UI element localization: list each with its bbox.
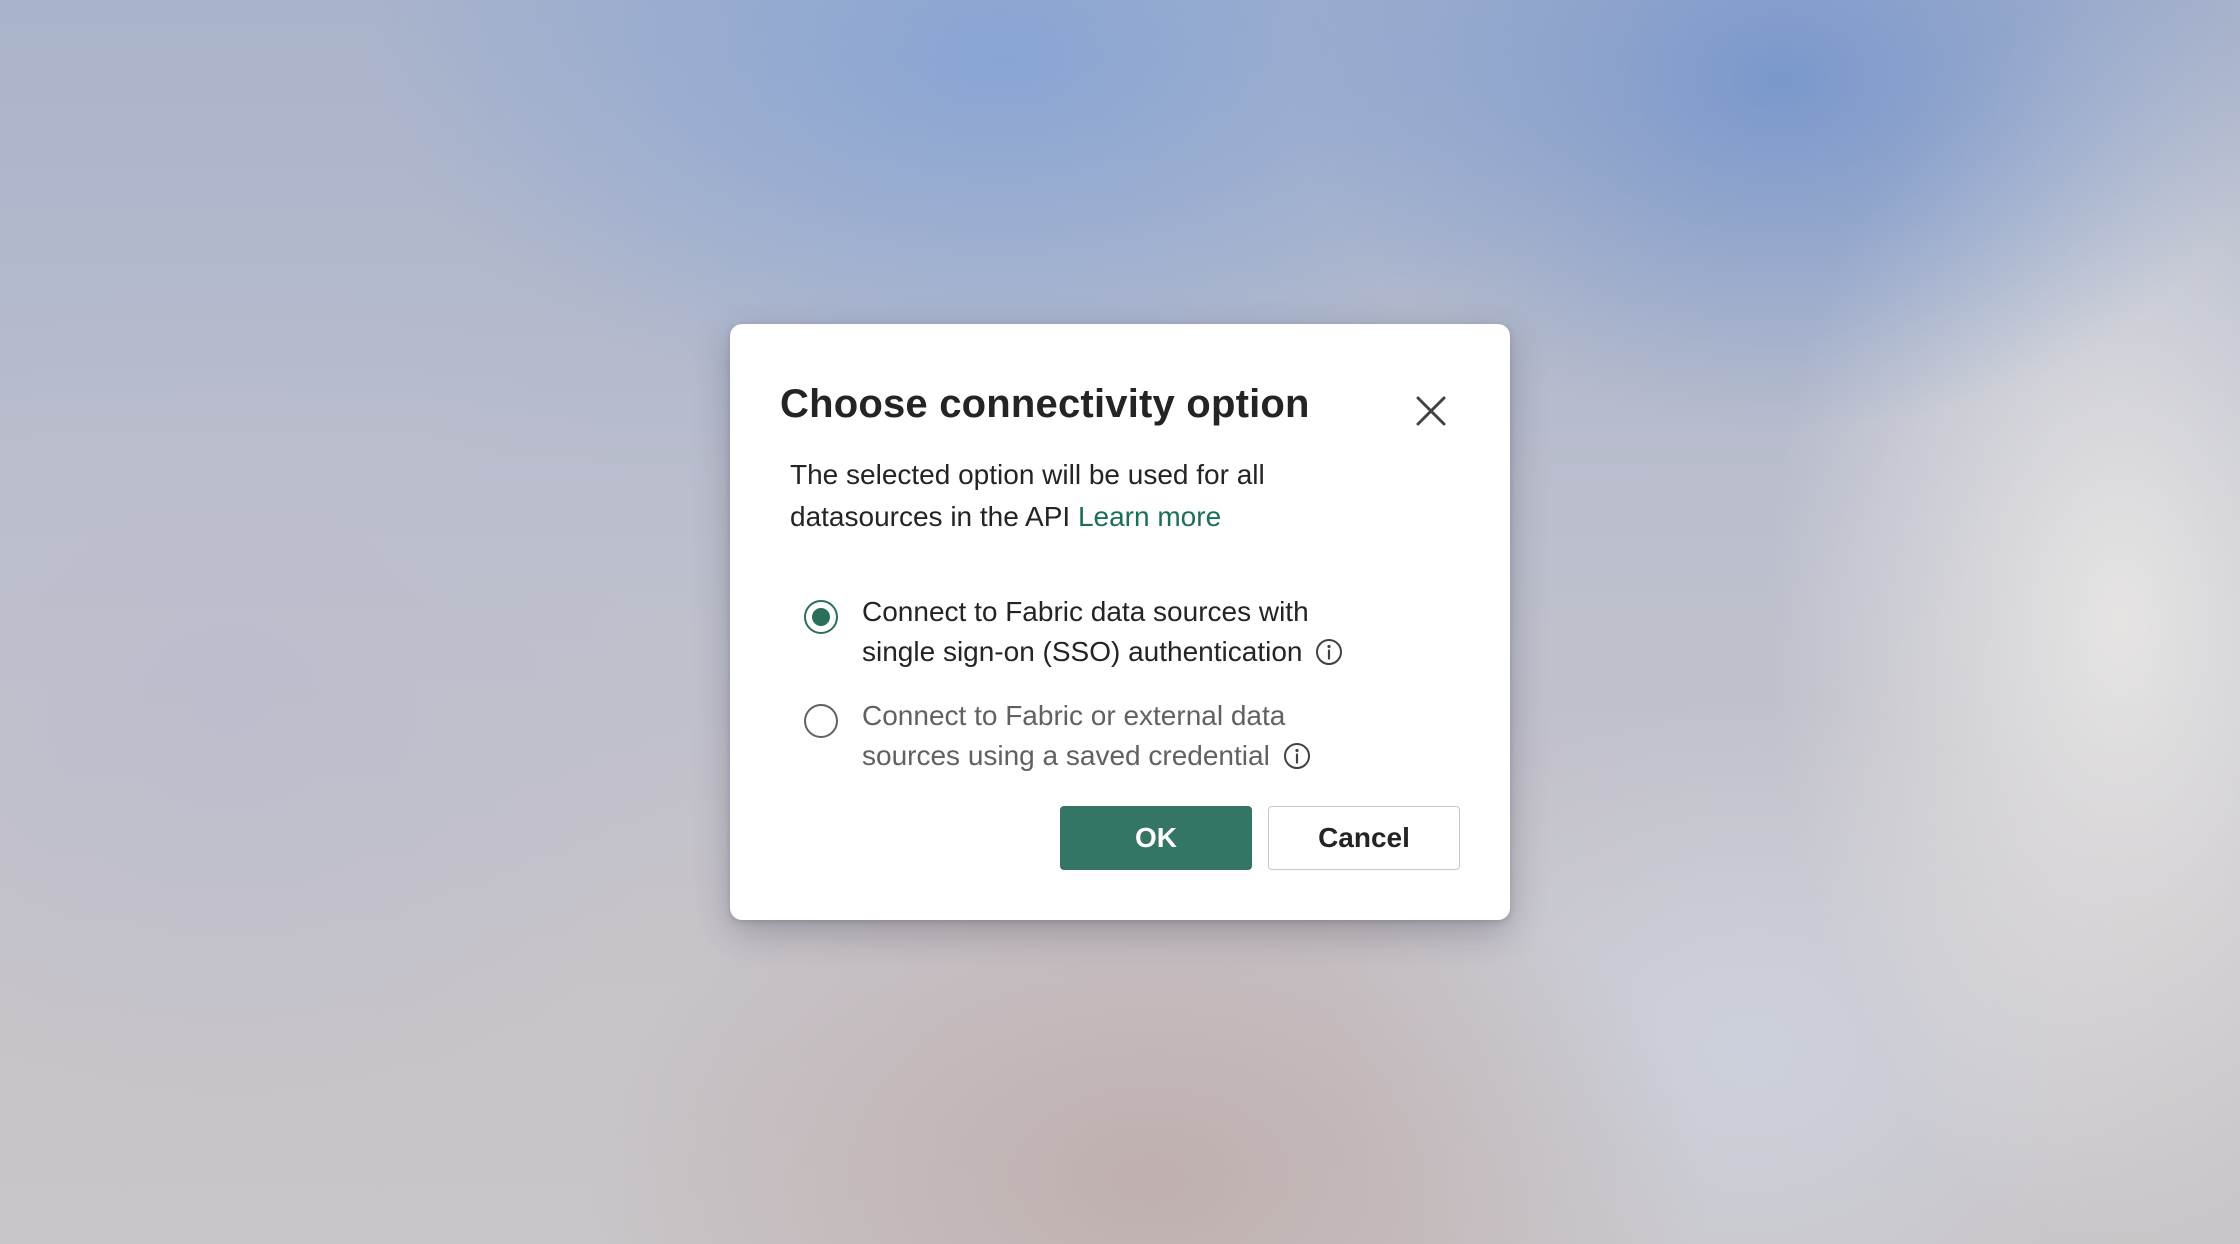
option-saved-credential-label: Connect to Fabric or external data sourc…	[862, 696, 1382, 776]
close-icon	[1416, 396, 1446, 426]
radio-sso[interactable]	[804, 600, 838, 634]
connectivity-dialog: Choose connectivity option The selected …	[730, 324, 1510, 920]
option-sso[interactable]: Connect to Fabric data sources with sing…	[804, 592, 1444, 672]
info-icon[interactable]	[1314, 637, 1344, 667]
option-sso-label: Connect to Fabric data sources with sing…	[862, 592, 1382, 672]
dialog-description: The selected option will be used for all…	[790, 454, 1350, 538]
info-icon[interactable]	[1282, 741, 1312, 771]
cancel-button[interactable]: Cancel	[1268, 806, 1460, 870]
radio-saved-credential[interactable]	[804, 704, 838, 738]
option-saved-credential[interactable]: Connect to Fabric or external data sourc…	[804, 696, 1444, 776]
dialog-title: Choose connectivity option	[780, 382, 1310, 426]
close-button[interactable]	[1406, 386, 1456, 436]
learn-more-link[interactable]: Learn more	[1078, 501, 1221, 532]
ok-button[interactable]: OK	[1060, 806, 1252, 870]
option-sso-text: Connect to Fabric data sources with sing…	[862, 596, 1309, 667]
option-saved-credential-text: Connect to Fabric or external data sourc…	[862, 700, 1286, 771]
